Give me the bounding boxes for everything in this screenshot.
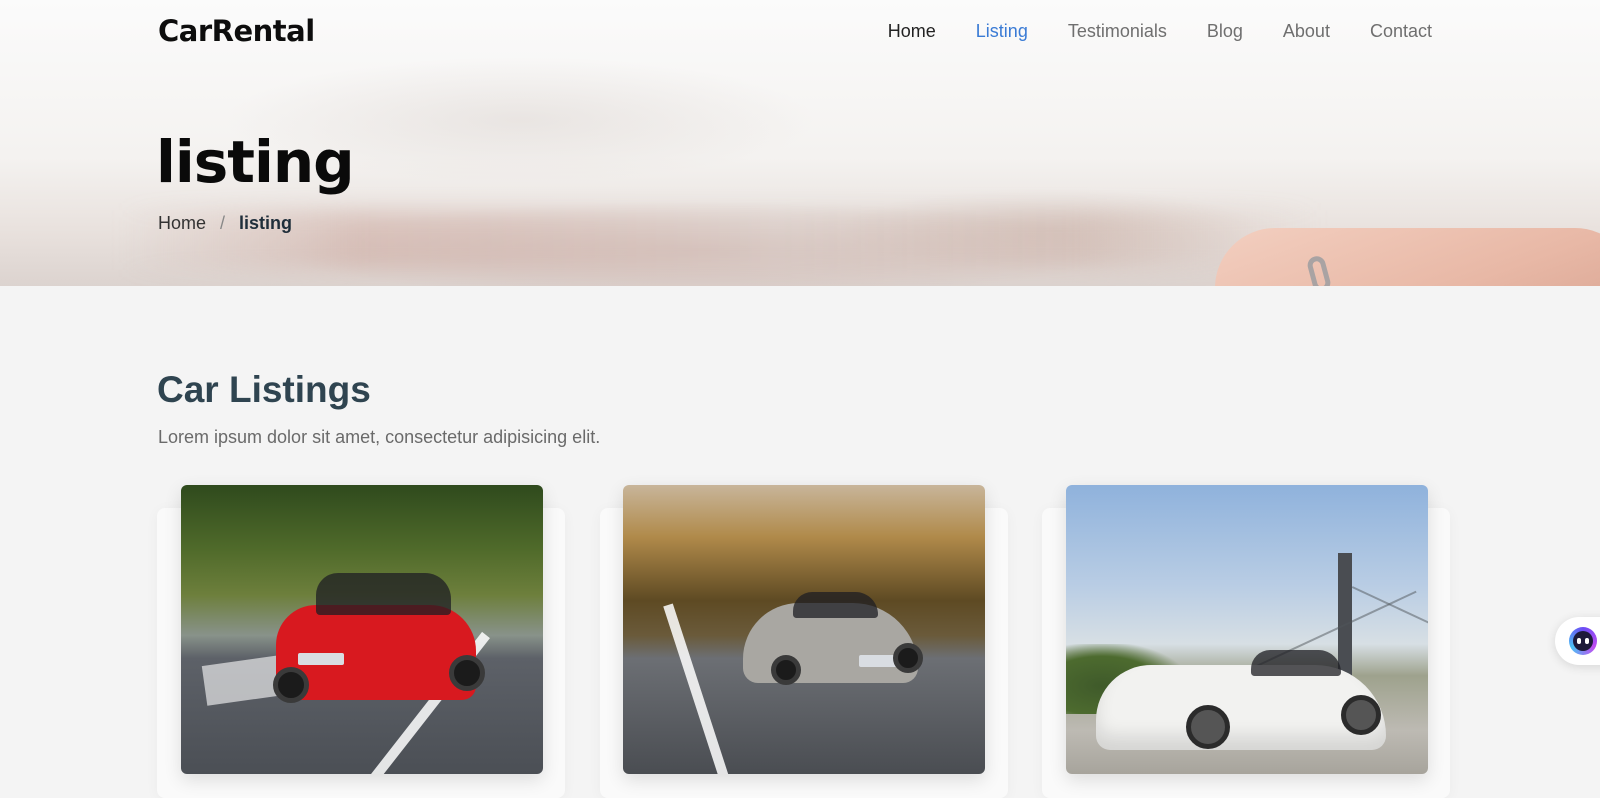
car-wheel [771, 655, 801, 685]
breadcrumb-home-link[interactable]: Home [158, 213, 206, 234]
nav-item-blog[interactable]: Blog [1207, 21, 1243, 42]
main-nav: Home Listing Testimonials Blog About Con… [848, 21, 1432, 42]
breadcrumb-current: listing [239, 213, 293, 233]
listing-image-silver-coupe[interactable] [623, 485, 985, 774]
section-title: Car Listings [157, 369, 371, 410]
bridge-pylon [1338, 553, 1352, 683]
chat-widget-button[interactable] [1555, 617, 1600, 665]
chat-bot-icon [1569, 627, 1597, 655]
car-wheel [1186, 705, 1230, 749]
nav-item-contact[interactable]: Contact [1370, 21, 1432, 42]
nav-item-testimonials[interactable]: Testimonials [1068, 21, 1167, 42]
hero-background-blur [120, 210, 1320, 270]
nav-item-home[interactable]: Home [888, 21, 936, 42]
nav-item-about[interactable]: About [1283, 21, 1330, 42]
car-windshield [316, 573, 451, 615]
car-windshield [793, 592, 878, 618]
car-windshield [1251, 650, 1341, 676]
page-title: listing [156, 128, 355, 196]
car-wheel [893, 643, 923, 673]
breadcrumb-separator: / [220, 213, 226, 233]
road-marking [663, 603, 732, 774]
car-wheel [449, 655, 485, 691]
site-header: CarRental Home Listing Testimonials Blog… [0, 0, 1600, 66]
car-wheel [1341, 695, 1381, 735]
listing-image-red-hatchback[interactable] [181, 485, 543, 774]
site-logo[interactable]: CarRental [158, 14, 315, 48]
license-plate [298, 653, 344, 665]
nav-item-listing[interactable]: Listing [976, 21, 1028, 42]
breadcrumb: Home / listing [158, 213, 292, 234]
hero-hand-image [1215, 228, 1600, 286]
section-subtitle: Lorem ipsum dolor sit amet, consectetur … [158, 427, 601, 447]
car-wheel [273, 667, 309, 703]
listing-image-white-grand-tourer[interactable] [1066, 485, 1428, 774]
